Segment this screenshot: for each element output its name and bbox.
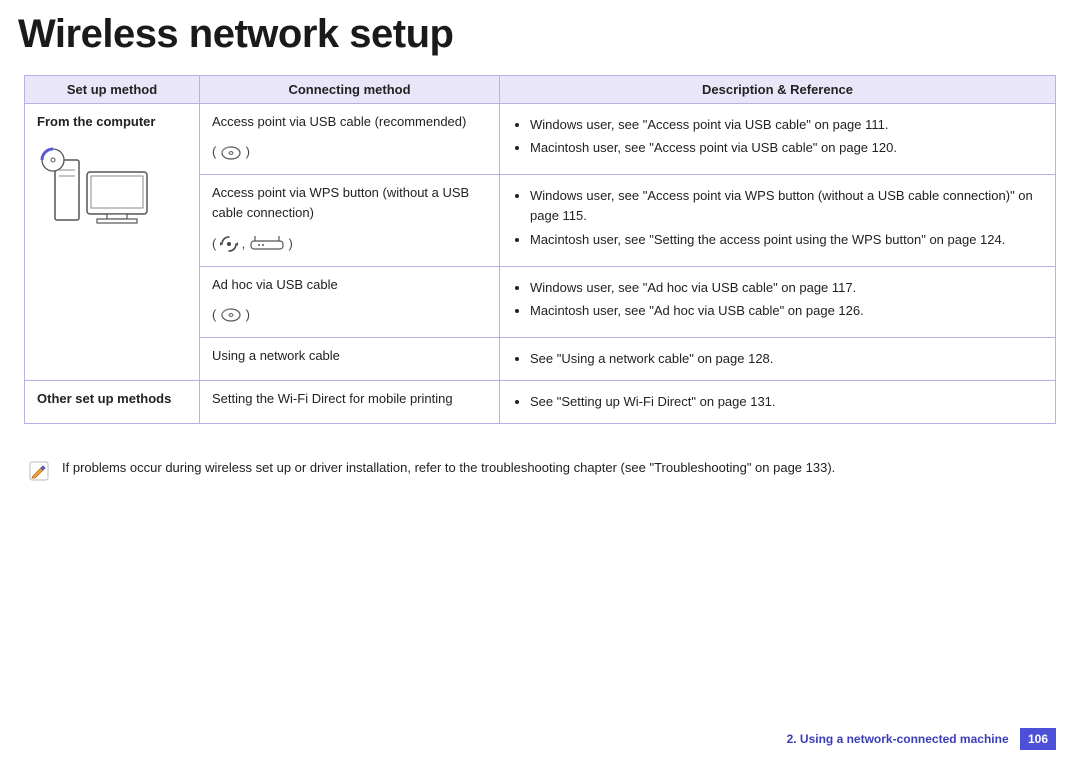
icon-row-cd: ( ) xyxy=(212,142,487,162)
ref-cell: Windows user, see "Access point via WPS … xyxy=(500,175,1056,266)
computer-illustration xyxy=(37,144,157,244)
ref-item: Macintosh user, see "Ad hoc via USB cabl… xyxy=(530,301,1043,321)
note-icon xyxy=(28,460,50,482)
th-connecting-method: Connecting method xyxy=(200,76,500,104)
ref-item: Windows user, see "Access point via WPS … xyxy=(530,186,1043,226)
connecting-text: Ad hoc via USB cable xyxy=(212,275,487,295)
ref-item: Windows user, see "Ad hoc via USB cable"… xyxy=(530,278,1043,298)
cd-icon xyxy=(220,307,242,323)
ref-cell: See "Using a network cable" on page 128. xyxy=(500,337,1056,380)
ref-item: Windows user, see "Access point via USB … xyxy=(530,115,1043,135)
ref-cell: Windows user, see "Ad hoc via USB cable"… xyxy=(500,266,1056,337)
page-title: Wireless network setup xyxy=(18,12,1080,57)
table-header-row: Set up method Connecting method Descript… xyxy=(25,76,1056,104)
table-row: From the computer xyxy=(25,104,1056,175)
footer-page-number: 106 xyxy=(1020,728,1056,750)
connecting-cell: Access point via WPS button (without a U… xyxy=(200,175,500,266)
ref-cell: Windows user, see "Access point via USB … xyxy=(500,104,1056,175)
note-box: If problems occur during wireless set up… xyxy=(24,452,1056,488)
note-text: If problems occur during wireless set up… xyxy=(62,458,835,478)
content-area: Set up method Connecting method Descript… xyxy=(0,75,1080,488)
setup-from-computer-label: From the computer xyxy=(37,112,187,132)
connecting-cell: Setting the Wi-Fi Direct for mobile prin… xyxy=(200,381,500,424)
icon-row-cd: ( ) xyxy=(212,305,487,325)
ref-item: See "Setting up Wi-Fi Direct" on page 13… xyxy=(530,392,1043,412)
page-footer: 2. Using a network-connected machine 106 xyxy=(0,728,1080,774)
table-row: Other set up methods Setting the Wi-Fi D… xyxy=(25,381,1056,424)
connecting-text: Access point via WPS button (without a U… xyxy=(212,183,487,223)
wps-icon xyxy=(220,235,238,253)
router-icon xyxy=(249,235,285,253)
th-setup-method: Set up method xyxy=(25,76,200,104)
connecting-cell: Ad hoc via USB cable ( ) xyxy=(200,266,500,337)
ref-cell: See "Setting up Wi-Fi Direct" on page 13… xyxy=(500,381,1056,424)
ref-item: See "Using a network cable" on page 128. xyxy=(530,349,1043,369)
ref-item: Macintosh user, see "Access point via US… xyxy=(530,138,1043,158)
connecting-text: Setting the Wi-Fi Direct for mobile prin… xyxy=(212,389,487,409)
icon-row-wps-router: ( , xyxy=(212,234,487,254)
ref-item: Macintosh user, see "Setting the access … xyxy=(530,230,1043,250)
connecting-cell: Access point via USB cable (recommended)… xyxy=(200,104,500,175)
th-description-reference: Description & Reference xyxy=(500,76,1056,104)
footer-chapter: 2. Using a network-connected machine xyxy=(787,732,1009,746)
connecting-text: Using a network cable xyxy=(212,346,487,366)
cd-icon xyxy=(220,145,242,161)
connecting-text: Access point via USB cable (recommended) xyxy=(212,112,487,132)
setup-from-computer-cell: From the computer xyxy=(25,104,200,381)
setup-other-cell: Other set up methods xyxy=(25,381,200,424)
connecting-cell: Using a network cable xyxy=(200,337,500,380)
setup-table: Set up method Connecting method Descript… xyxy=(24,75,1056,424)
